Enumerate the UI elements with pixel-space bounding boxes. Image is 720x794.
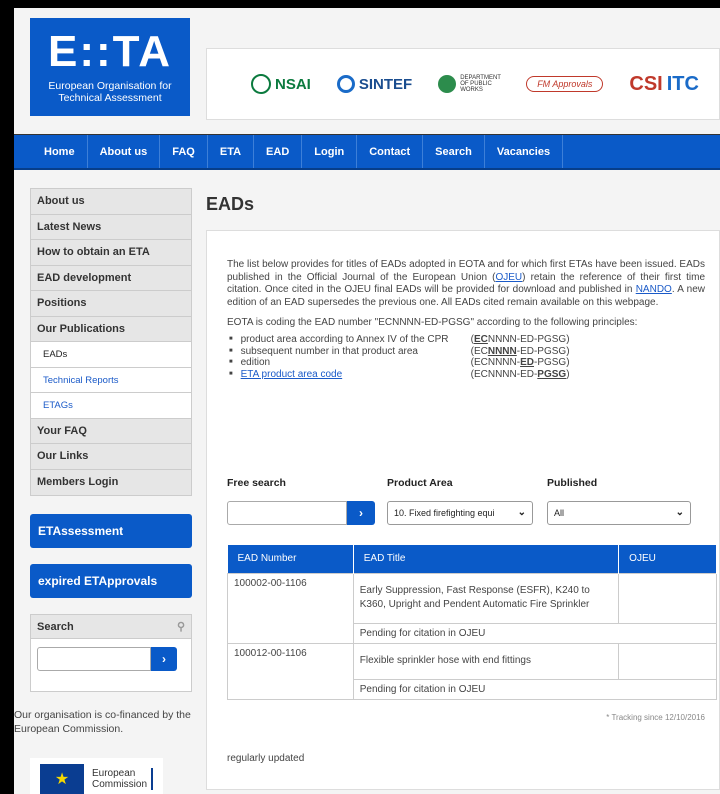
eta-product-area-code-link[interactable]: ETA product area code [241, 369, 343, 380]
ead-title[interactable]: Early Suppression, Fast Response (ESFR),… [352, 572, 620, 624]
published-label: Published [547, 477, 598, 489]
free-search-label: Free search [227, 477, 286, 489]
sidebar-search-go-button[interactable]: › [151, 647, 177, 671]
table-row[interactable]: 100002-00-1106 Early Suppression, Fast R… [227, 572, 717, 644]
ead-ojeu [618, 642, 717, 680]
coding-text: EOTA is coding the EAD number "ECNNNN-ED… [227, 317, 638, 328]
sidebar-search-title: Search [37, 620, 74, 633]
etassessment-button[interactable]: ETAssessment [30, 514, 192, 548]
ojeu-link[interactable]: OJEU [495, 272, 522, 283]
nav-faq[interactable]: FAQ [160, 135, 208, 168]
logo-subtitle: European Organisation for Technical Asse… [48, 80, 172, 104]
sidebar-item-our-links[interactable]: Our Links [31, 444, 191, 470]
main-content: The list below provides for titles of EA… [206, 230, 720, 790]
sidebar-item-members-login[interactable]: Members Login [31, 470, 191, 496]
col-ojeu[interactable]: OJEU [618, 545, 717, 573]
ec-logo[interactable]: ★ European Commission [30, 758, 192, 794]
sidebar-subitem-etags[interactable]: ETAGs [31, 393, 191, 419]
nav-login[interactable]: Login [302, 135, 358, 168]
ead-number[interactable]: 100002-00-1106 [227, 572, 354, 644]
ead-ojeu [618, 572, 717, 624]
principle-item: subsequent number in that product area(E… [227, 346, 705, 358]
product-area-label: Product Area [387, 477, 453, 489]
nav-ead[interactable]: EAD [254, 135, 303, 168]
nav-vacancies[interactable]: Vacancies [485, 135, 564, 168]
sidebar-subitem-eads[interactable]: EADs [31, 342, 191, 368]
sidebar-item-positions[interactable]: Positions [31, 291, 191, 317]
header: E::TA European Organisation for Technica… [14, 8, 720, 132]
col-ead-number[interactable]: EAD Number [227, 545, 354, 573]
nsai-icon [251, 74, 271, 94]
eu-flag-icon: ★ [40, 764, 84, 794]
updated-note: regularly updated [227, 753, 305, 764]
expired-etapprovals-button[interactable]: expired ETApprovals [30, 564, 192, 598]
sidebar-item-your-faq[interactable]: Your FAQ [31, 419, 191, 444]
ead-status: Pending for citation in OJEU [352, 622, 718, 644]
intro-text: The list below provides for titles of EA… [227, 259, 706, 308]
ec-logo-box: ★ European Commission [30, 758, 164, 794]
sidebar-item-latest-news[interactable]: Latest News [31, 215, 191, 240]
col-ead-title[interactable]: EAD Title [353, 545, 620, 573]
page-title: EADs [206, 194, 255, 214]
cofinanced-text: Our organisation is co-financed by the E… [14, 709, 191, 735]
main-nav: Home About us FAQ ETA EAD Login Contact … [14, 134, 720, 170]
tracking-note: * Tracking since 12/10/2016 [606, 713, 705, 722]
eota-logo[interactable]: E::TA European Organisation for Technica… [30, 18, 190, 116]
nav-search[interactable]: Search [423, 135, 485, 168]
eads-table: EAD Number EAD Title OJEU 100002-00-1106… [227, 545, 718, 700]
product-area-select[interactable]: 10. Fixed firefighting equi ⌄ [387, 501, 533, 525]
nav-eta[interactable]: ETA [208, 135, 255, 168]
free-search-go-button[interactable]: › [347, 501, 375, 525]
free-search-row: › [227, 501, 375, 525]
table-row[interactable]: 100012-00-1106 Flexible sprinkler hose w… [227, 642, 717, 700]
sintef-icon [336, 75, 355, 93]
ead-status: Pending for citation in OJEU [352, 678, 718, 700]
sidebar-search-header: Search ⚲ [31, 615, 191, 639]
principle-item: edition(ECNNNN-ED-PGSG) [227, 357, 705, 369]
table-header-row: EAD Number EAD Title OJEU [227, 545, 717, 573]
nav-home[interactable]: Home [14, 135, 88, 168]
partner-nsai[interactable]: NSAI [251, 74, 311, 94]
nav-about-us[interactable]: About us [88, 135, 161, 168]
sidebar-search-input[interactable] [37, 647, 151, 671]
published-select[interactable]: All ⌄ [547, 501, 691, 525]
chevron-down-icon: ⌄ [675, 507, 684, 518]
sidebar-item-ead-development[interactable]: EAD development [31, 266, 191, 291]
search-icon: ⚲ [176, 621, 185, 633]
page-frame: E::TA European Organisation for Technica… [14, 8, 720, 794]
sidebar-item-obtain-eta[interactable]: How to obtain an ETA [31, 240, 191, 266]
partner-itc[interactable]: CSI ITC [629, 73, 699, 96]
logo-mark: E::TA [47, 27, 173, 76]
ec-logo-text: European Commission [92, 768, 154, 790]
sidebar-search-row: › [37, 647, 185, 671]
principle-item: product area according to Annex IV of th… [227, 334, 705, 346]
chevron-down-icon: ⌄ [517, 507, 526, 518]
ead-title[interactable]: Flexible sprinkler hose with end fitting… [352, 642, 620, 680]
coding-principles: product area according to Annex IV of th… [227, 334, 705, 380]
sidebar-item-about-us[interactable]: About us [31, 189, 191, 215]
sidebar-search-box: Search ⚲ › [30, 614, 192, 692]
partner-sintef[interactable]: SINTEF [336, 75, 412, 93]
sidebar: About us Latest News How to obtain an ET… [14, 188, 192, 794]
principle-item: ETA product area code(ECNNNN-ED-PGSG) [227, 369, 705, 381]
dept-seal-icon [438, 75, 457, 93]
sidebar-subitem-technical-reports[interactable]: Technical Reports [31, 367, 191, 393]
nando-link[interactable]: NANDO [636, 284, 672, 295]
partner-dept[interactable]: DEPARTMENT OF PUBLIC WORKS [438, 75, 501, 93]
ead-number[interactable]: 100012-00-1106 [227, 642, 354, 700]
free-search-input[interactable] [227, 501, 347, 525]
nav-contact[interactable]: Contact [357, 135, 424, 168]
partner-logos: NSAI SINTEF DEPARTMENT OF PUBLIC WORKS F… [206, 48, 720, 120]
sidebar-menu: About us Latest News How to obtain an ET… [30, 188, 192, 496]
sidebar-item-our-publications[interactable]: Our Publications [31, 317, 191, 342]
partner-fm-approvals[interactable]: FM Approvals [526, 76, 604, 92]
